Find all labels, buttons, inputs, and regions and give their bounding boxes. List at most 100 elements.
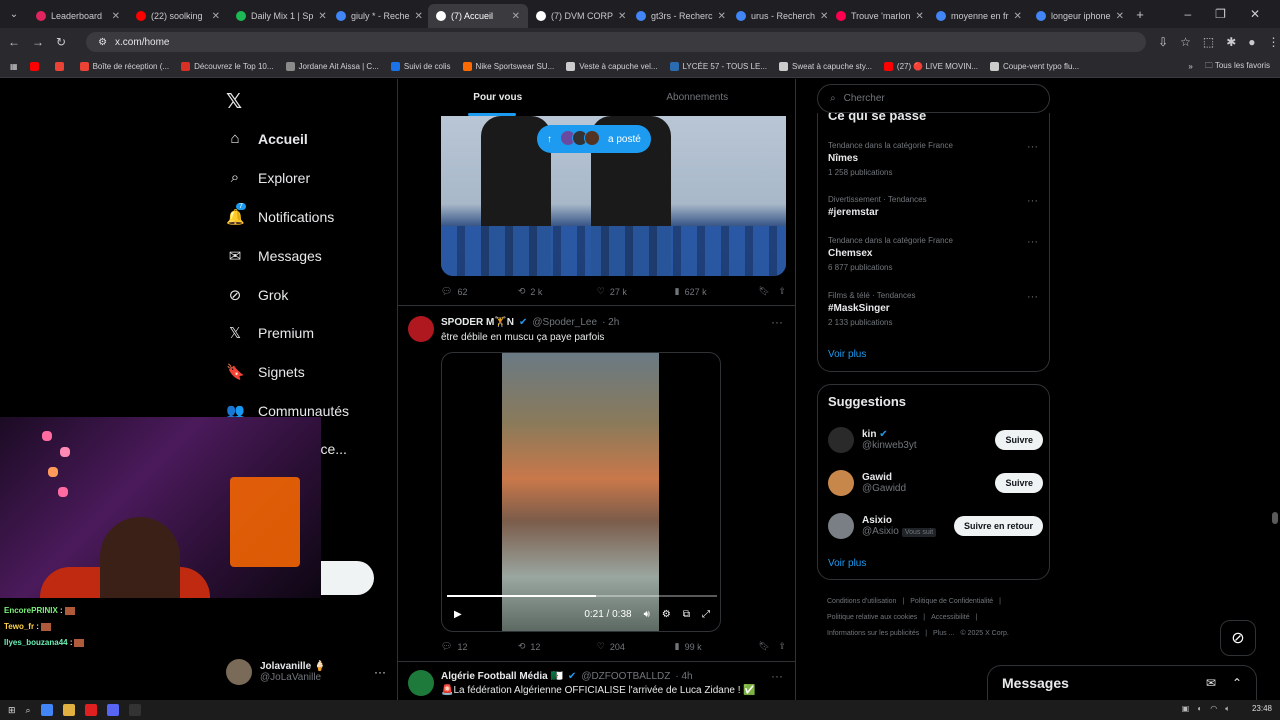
address-bar[interactable]: ⚙ x.com/home — [86, 32, 1147, 52]
bookmark-item[interactable]: Veste à capuche vel... — [566, 62, 658, 71]
bookmark-button[interactable]: 🔖︎ — [758, 286, 778, 297]
footer-link[interactable]: Conditions d'utilisation — [827, 598, 896, 605]
tab-abonnements[interactable]: Abonnements — [598, 79, 796, 116]
repost-button[interactable]: ⟲ 2 k — [518, 286, 597, 297]
nav-item-premium[interactable]: 𝕏 Premium — [226, 324, 314, 342]
site-info-icon[interactable]: ⚙ — [98, 37, 107, 48]
forward-icon[interactable]: → — [32, 35, 44, 49]
nav-item-grok[interactable]: ⊘ Grok — [226, 286, 289, 304]
more-icon[interactable]: ··· — [1027, 291, 1038, 303]
like-button[interactable]: ♡ 204 — [597, 641, 675, 652]
share-button[interactable]: ⇪ — [778, 641, 786, 652]
views-button[interactable]: ▮ 627 k — [675, 286, 759, 297]
close-tab-icon[interactable]: ✕ — [112, 11, 120, 22]
share-button[interactable]: ⇪ — [778, 286, 786, 297]
nav-item-messages[interactable]: ✉ Messages — [226, 247, 322, 265]
bookmark-item[interactable]: Découvrez le Top 10... — [181, 62, 274, 71]
close-tab-icon[interactable]: ✕ — [618, 11, 626, 22]
bookmark-item[interactable]: Suivi de colis — [390, 62, 451, 71]
wifi-icon[interactable]: ◠ — [1210, 704, 1217, 714]
reload-icon[interactable]: ↻ — [56, 35, 66, 49]
close-tab-icon[interactable]: ✕ — [318, 11, 326, 22]
new-posts-pill[interactable]: ↑ a posté — [537, 125, 651, 153]
reply-button[interactable]: 💬︎ 12 — [441, 641, 518, 652]
volume-icon[interactable]: 🔈︎ — [1225, 704, 1230, 714]
more-bookmarks-icon[interactable]: » — [1188, 62, 1192, 71]
close-tab-icon[interactable]: ✕ — [718, 11, 726, 22]
trend-item[interactable]: Divertissement · Tendances #jeremstar ··· — [828, 195, 1038, 218]
profile-avatar-icon[interactable]: ● — [1248, 35, 1255, 49]
footer-link[interactable]: Plus ... — [933, 630, 954, 637]
see-more-link[interactable]: Voir plus — [828, 558, 866, 569]
nav-item-signets[interactable]: 🔖 Signets — [226, 363, 305, 381]
more-icon[interactable]: ··· — [1027, 195, 1038, 207]
x-logo-icon[interactable]: 𝕏 — [226, 89, 242, 114]
follow-button[interactable]: Suivre — [995, 473, 1043, 493]
video-player[interactable]: ▶ 0:21 / 0:38 🔊︎ ⚙ ⧉ ⤢ — [441, 352, 721, 632]
browser-tab[interactable]: longeur iphone ✕ — [1028, 4, 1128, 28]
extension-icon[interactable]: ⬚ — [1203, 35, 1214, 49]
bookmark-item[interactable]: LYCÉE 57 - TOUS LE... — [669, 62, 767, 71]
close-tab-icon[interactable]: ✕ — [1116, 11, 1124, 22]
tray-icon[interactable]: ◐ — [1197, 704, 1202, 714]
trend-item[interactable]: Tendance dans la catégorie France Chemsex… — [828, 236, 1038, 272]
author-handle[interactable]: @DZFOOTBALLDZ — [581, 671, 670, 682]
follow-button[interactable]: Suivre — [995, 430, 1043, 450]
footer-link[interactable]: Politique relative aux cookies — [827, 614, 917, 621]
nav-item-accueil[interactable]: ⌂ Accueil — [226, 130, 307, 147]
all-bookmarks-folder[interactable]: 🗀 Tous les favoris — [1205, 60, 1280, 74]
obs-icon[interactable] — [128, 704, 141, 716]
bookmark-item[interactable]: Nike Sportswear SU... — [462, 62, 554, 71]
browser-tab[interactable]: Daily Mix 1 | Sp ✕ — [228, 4, 328, 28]
minimize-icon[interactable]: – — [1184, 7, 1191, 21]
suggestion-item[interactable]: Asixio @Asixio Vous suit Suivre en retour — [828, 511, 1043, 541]
repost-button[interactable]: ⟲ 12 — [518, 641, 597, 652]
footer-link[interactable]: © 2025 X Corp. — [960, 630, 1008, 637]
folder-icon[interactable] — [62, 704, 75, 716]
author-name[interactable]: SPODER M🏋️N — [441, 317, 514, 328]
footer-link[interactable]: Accessibilité — [931, 614, 970, 621]
close-tab-icon[interactable]: ✕ — [512, 11, 520, 22]
suggestion-item[interactable]: kin ✔ @kinweb3yt Suivre — [828, 425, 1043, 455]
avatar[interactable] — [408, 316, 434, 342]
more-icon[interactable]: ··· — [1027, 236, 1038, 248]
bookmark-item[interactable] — [29, 62, 43, 71]
close-tab-icon[interactable]: ✕ — [915, 11, 923, 22]
author-handle[interactable]: @Spoder_Lee — [532, 317, 597, 328]
chrome-icon[interactable] — [40, 704, 53, 716]
bookmark-item[interactable]: Boîte de réception (... — [79, 62, 169, 71]
close-window-icon[interactable]: ✕ — [1250, 7, 1260, 21]
search-box[interactable]: ⌕ Chercher — [817, 84, 1050, 113]
browser-tab[interactable]: Trouve 'marlon ✕ — [828, 4, 928, 28]
kebab-menu-icon[interactable]: ⋮ — [1268, 35, 1280, 49]
back-icon[interactable]: ← — [8, 35, 20, 49]
app-icon[interactable] — [84, 704, 97, 716]
close-tab-icon[interactable]: ✕ — [415, 11, 423, 22]
footer-link[interactable]: Informations sur les publicités — [827, 630, 919, 637]
close-tab-icon[interactable]: ✕ — [212, 11, 220, 22]
discord-icon[interactable] — [106, 704, 119, 716]
browser-tab[interactable]: (7) Accueil ✕ — [428, 4, 528, 28]
new-message-icon[interactable]: ✉ — [1206, 676, 1216, 690]
reply-button[interactable]: 💬︎ 62 — [441, 286, 518, 297]
views-button[interactable]: ▮ 99 k — [675, 641, 759, 652]
tab-search-button[interactable]: ⌄ — [0, 9, 28, 20]
suggestion-item[interactable]: Gawid @Gawidd Suivre — [828, 468, 1043, 498]
play-icon[interactable]: ▶ — [454, 609, 462, 620]
browser-tab[interactable]: (7) DVM CORP ✕ — [528, 4, 628, 28]
bookmark-item[interactable]: (27) 🔴 LIVE MOVIN... — [883, 62, 978, 71]
tab-pour-vous[interactable]: Pour vous — [398, 79, 598, 116]
browser-tab[interactable]: Leaderboard ✕ — [28, 4, 128, 28]
bookmark-item[interactable]: Jordane Ait Aissa | C... — [285, 62, 379, 71]
bookmark-item[interactable]: Sweat à capuche sty... — [779, 62, 872, 71]
post-time[interactable]: · 4h — [675, 671, 692, 682]
bookmark-button[interactable]: 🔖︎ — [758, 641, 778, 652]
more-icon[interactable]: ··· — [374, 665, 386, 679]
close-tab-icon[interactable]: ✕ — [1014, 11, 1022, 22]
see-more-link[interactable]: Voir plus — [828, 349, 866, 360]
search-icon[interactable]: ⌕ — [26, 705, 31, 716]
follow-button[interactable]: Suivre en retour — [953, 516, 1043, 536]
nav-item-explorer[interactable]: ⌕ Explorer — [226, 169, 310, 186]
pip-icon[interactable]: ⧉ — [683, 609, 690, 620]
like-button[interactable]: ♡ 27 k — [597, 286, 675, 297]
